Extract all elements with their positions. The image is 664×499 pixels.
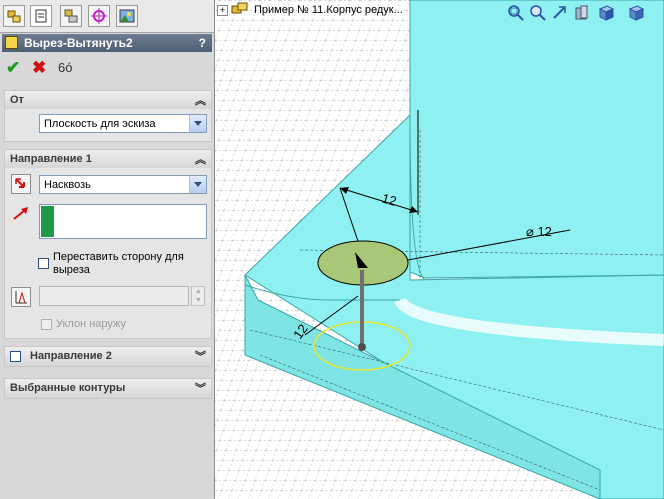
reverse-direction-button[interactable] [11,174,31,194]
selected-contours-group: Выбранные контуры ︾ [4,378,212,399]
direction2-group: Направление 2 ︾ [4,346,212,367]
selection-focus-indicator [41,206,54,237]
direction2-group-title: Направление 2 [30,350,112,362]
draft-outward-checkbox[interactable] [41,319,52,330]
direction1-group: Направление 1 ︽ Насквозь Переставить сто… [4,149,212,339]
from-group: От ︽ Плоскость для эскиза [4,90,212,142]
appearance-icon [119,9,135,23]
draft-toggle-button[interactable] [11,287,31,307]
display-manager-tab[interactable] [116,5,138,27]
flip-side-label-line1: Переставить сторону для [53,251,184,263]
previous-view-icon[interactable] [551,4,569,22]
reverse-direction-icon [15,178,25,188]
part-icon [231,2,248,14]
spin-up-icon[interactable]: ▲ [195,288,202,295]
expand-down-icon[interactable]: ︾ [195,348,206,364]
flip-side-label-line2: выреза [53,264,90,276]
featuremanager-tab[interactable] [3,5,25,27]
property-sheet-icon [35,9,47,23]
diameter-dimension-text[interactable]: ⌀ 12 [526,224,552,239]
tree-root-label[interactable]: Пример № 11.Корпус редук... [254,4,403,16]
direction-arrow-icon [13,207,28,220]
property-manager-panel: Вырез-Вытянуть2 ? ✔ ✖ 6ó От ︽ Плоскость … [0,0,215,499]
display-style-icon[interactable] [627,4,645,22]
configuration-icon [64,9,78,23]
start-condition-select[interactable]: Плоскость для эскиза [39,114,207,133]
draft-angle-spinner[interactable]: ▲ ▼ [191,286,205,306]
dimxpert-tab[interactable] [88,5,110,27]
collapse-up-icon[interactable]: ︽ [195,92,206,108]
feature-tree-icon [7,10,21,23]
direction2-group-header[interactable]: Направление 2 ︾ [5,347,211,366]
collapse-up-icon[interactable]: ︽ [195,151,206,167]
zoom-to-area-icon[interactable] [529,4,547,22]
draft-icon [15,291,27,304]
feature-title: Вырез-Вытянуть2 [24,36,133,50]
flip-side-checkbox[interactable] [38,258,49,269]
end-condition-value: Насквозь [44,179,91,191]
selected-contours-title: Выбранные контуры [10,382,126,394]
spin-down-icon[interactable]: ▼ [195,297,202,304]
detailed-preview-button[interactable]: 6ó [58,58,72,78]
help-button[interactable]: ? [199,34,206,52]
configurationmanager-tab[interactable] [60,5,82,27]
direction1-group-title: Направление 1 [10,153,92,165]
cancel-button[interactable]: ✖ [32,58,46,78]
end-condition-select[interactable]: Насквозь [39,175,207,194]
cut-extrude-icon [5,36,18,49]
expand-down-icon[interactable]: ︾ [195,380,206,396]
from-group-header[interactable]: От ︽ [5,91,211,109]
start-condition-value: Плоскость для эскиза [44,118,156,130]
view-heads-up-toolbar [505,4,663,24]
model-view: 12 ⌀ 12 12 [215,0,664,499]
feature-title-bar: Вырез-Вытянуть2 ? [2,34,212,52]
draft-outward-label: Уклон наружу [56,318,127,330]
draft-angle-field[interactable] [39,286,189,306]
selected-contours-header[interactable]: Выбранные контуры ︾ [5,379,211,398]
from-group-title: От [10,94,24,106]
ok-button[interactable]: ✔ [6,58,20,78]
section-view-icon[interactable] [573,4,591,22]
zoom-to-fit-icon[interactable] [507,4,525,22]
crosshair-icon [91,8,107,24]
direction2-checkbox[interactable] [10,351,21,362]
dropdown-arrow-icon[interactable] [189,115,206,132]
direction1-group-header[interactable]: Направление 1 ︽ [5,150,211,168]
propertymanager-tab[interactable] [30,5,52,27]
action-buttons: ✔ ✖ 6ó [4,58,94,78]
expand-tree-button[interactable]: + [217,5,228,16]
panel-tab-bar [0,0,214,33]
direction-selection-box[interactable] [39,204,207,239]
dropdown-arrow-icon[interactable] [189,176,206,193]
graphics-viewport[interactable]: 12 ⌀ 12 12 [215,0,664,499]
view-orientation-icon[interactable] [597,4,615,22]
drag-handle-icon[interactable] [358,343,366,351]
